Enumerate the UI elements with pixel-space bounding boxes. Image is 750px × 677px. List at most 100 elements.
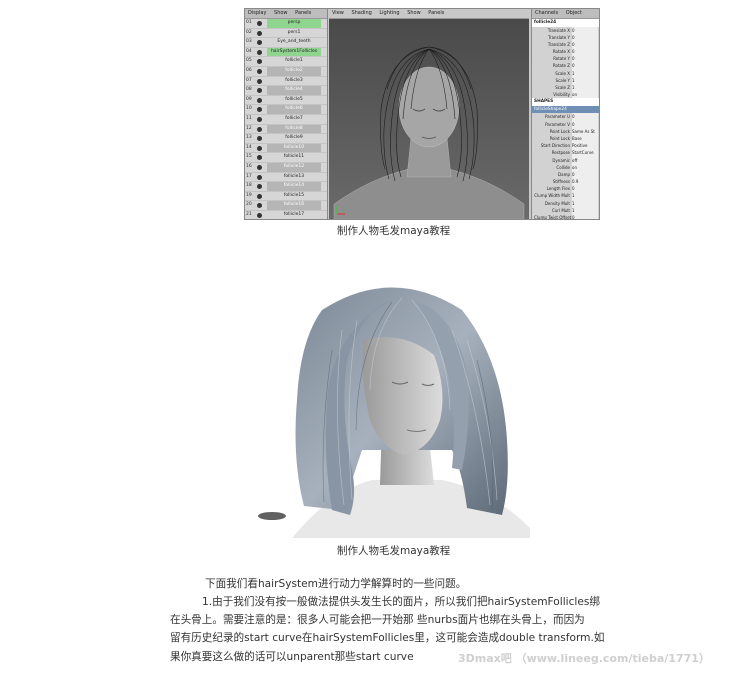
outliner-row[interactable]: 20 follicle16 (245, 201, 327, 211)
viewport-menu-show[interactable]: Show (407, 10, 421, 16)
outliner-row-label: follicle7 (285, 115, 303, 121)
shape-node-name: follicleShape24 (532, 105, 599, 114)
channel-attribute-row[interactable]: Clump Width Mult 1 (532, 192, 599, 200)
attribute-value[interactable]: 1 (572, 69, 598, 77)
outliner-row[interactable]: 18 follicle14 (245, 182, 327, 192)
channel-attribute-row[interactable]: Parameter U0 (532, 113, 599, 121)
outliner-row-label: follicle13 (283, 173, 305, 179)
outliner-row[interactable]: 17 follicle13 (245, 173, 327, 183)
outliner-menu-show[interactable]: Show (274, 10, 288, 16)
channel-attribute-row[interactable]: Rotate X0 (532, 48, 599, 56)
attribute-value[interactable]: 0 (572, 40, 598, 49)
viewport-menu-shading[interactable]: Shading (351, 10, 371, 16)
outliner-menu-panels[interactable]: Panels (295, 10, 311, 16)
channel-attribute-row[interactable]: Rotate Y0 (532, 55, 599, 63)
viewport-menu-view[interactable]: View (332, 10, 344, 16)
channel-attribute-row[interactable]: Translate Z0 (532, 40, 599, 49)
channel-attribute-row[interactable]: Translate X0 (532, 26, 599, 34)
channel-attribute-row[interactable]: Curl Mult 1 (532, 206, 599, 215)
channel-attribute-row[interactable]: Visibility on (532, 91, 599, 99)
channel-attribute-row[interactable]: Collide on (532, 163, 599, 171)
outliner-row[interactable]: 21 follicle17 (245, 211, 327, 219)
outliner-row[interactable]: 05 follicle1 (245, 57, 327, 67)
outliner-row-number: 16 (246, 163, 252, 169)
channel-attribute-row[interactable]: Scale Y1 (532, 76, 599, 85)
channel-attribute-row[interactable]: Damp 0 (532, 170, 599, 179)
attribute-value[interactable]: 0 (572, 170, 598, 179)
channel-attribute-row[interactable]: Scale X1 (532, 69, 599, 77)
attribute-name: Clump Width Mult (534, 193, 570, 199)
outliner-row[interactable]: 09 follicle5 (245, 96, 327, 106)
attribute-value[interactable]: 0 (572, 55, 598, 63)
attribute-value[interactable]: on (572, 91, 598, 99)
attribute-value[interactable]: 0 (572, 48, 598, 56)
outliner-row[interactable]: 02 pers1 (245, 29, 327, 39)
tab-channels[interactable]: Channels (535, 10, 558, 16)
node-icon (257, 30, 262, 36)
viewport-menu-lighting[interactable]: Lighting (379, 10, 399, 16)
attribute-value[interactable]: 0 (572, 33, 598, 41)
attribute-value[interactable]: 0 (572, 26, 598, 34)
outliner-menu-display[interactable]: Display (248, 10, 266, 16)
channel-attribute-row[interactable]: Length Flex 0 (532, 185, 599, 193)
viewport-canvas[interactable] (329, 19, 529, 219)
attribute-value[interactable]: 1 (572, 199, 598, 207)
outliner-row[interactable]: 07 follicle3 (245, 77, 327, 87)
attribute-name: Dynamic (552, 157, 570, 163)
channel-attribute-row[interactable]: Start Direction Positive (532, 142, 599, 150)
attribute-name: Visibility (553, 92, 570, 98)
attribute-value[interactable]: off (572, 156, 598, 164)
attribute-value[interactable]: 0 (572, 185, 598, 193)
channel-attribute-row[interactable]: Scale Z1 (532, 84, 599, 92)
outliner-row[interactable]: 15 follicle11 (245, 153, 327, 163)
attribute-value[interactable]: StartCurve (572, 149, 598, 157)
attribute-value[interactable]: 1 (572, 192, 598, 200)
outliner-row[interactable]: 14 follicle10 (245, 143, 327, 154)
attribute-value[interactable]: Base (572, 134, 598, 143)
attribute-value[interactable]: Same As St (572, 127, 598, 135)
channel-attribute-row[interactable]: Parameter V0 (532, 120, 599, 128)
channel-attribute-row[interactable]: Stiffness 0.9 (532, 178, 599, 186)
attribute-value[interactable]: on (572, 163, 598, 171)
attribute-value[interactable]: 1 (572, 76, 598, 85)
outliner-row[interactable]: 11 follicle7 (245, 115, 327, 125)
channel-attribute-row[interactable]: Translate Y0 (532, 33, 599, 41)
channel-attribute-row[interactable]: Dynamic off (532, 156, 599, 164)
outliner-row[interactable]: 12 follicle8 (245, 124, 327, 135)
channel-attribute-row[interactable]: Point Lock Same As St (532, 127, 599, 135)
attribute-value[interactable]: 0 (572, 113, 598, 121)
channel-attribute-row[interactable]: Restpose StartCurve (532, 149, 599, 157)
outliner-row[interactable]: 08 follicle4 (245, 86, 327, 96)
attribute-name: Clump Twist Offset (534, 215, 572, 220)
outliner-row[interactable]: 10 follicle6 (245, 105, 327, 115)
attribute-name: Length Flex (546, 186, 570, 192)
outliner-row[interactable]: 19 follicle15 (245, 192, 327, 202)
outliner-row-label: follicle12 (267, 162, 321, 172)
attribute-name: Scale Z (555, 85, 570, 90)
outliner-row[interactable]: 13 follicle9 (245, 134, 327, 144)
attribute-value[interactable]: 0 (572, 214, 598, 219)
outliner-row[interactable]: 06 follicle2 (245, 66, 327, 77)
paragraph-line-2: 在头骨上。需要注意的是：很多人可能会把一开始那 些nurbs面片也绑在头骨上，而… (170, 614, 585, 626)
attribute-name: Point Lock (549, 135, 570, 141)
outliner-row-label: pers1 (287, 29, 301, 35)
attribute-value[interactable]: 1 (572, 206, 598, 215)
outliner-row[interactable]: 03 Eye_and_teeth (245, 38, 327, 48)
outliner-row[interactable]: 16 follicle12 (245, 162, 327, 173)
attribute-name: Translate Y (548, 34, 570, 40)
channel-attribute-row[interactable]: Rotate Z0 (532, 62, 599, 70)
attribute-value[interactable]: 0 (572, 120, 598, 128)
attribute-value[interactable]: 0.9 (572, 178, 598, 186)
channel-attribute-row[interactable]: Clump Twist Offset 0 (532, 214, 599, 220)
tab-object[interactable]: Object (566, 10, 582, 16)
node-icon (257, 107, 262, 113)
attribute-name: Translate Z (547, 41, 570, 47)
channel-attribute-row[interactable]: Density Mult 1 (532, 199, 599, 207)
viewport-menu-panels[interactable]: Panels (428, 10, 444, 16)
attribute-value[interactable]: Positive (572, 142, 598, 150)
attribute-value[interactable]: 1 (572, 84, 598, 92)
outliner-row[interactable]: 01 persp (245, 19, 327, 29)
attribute-value[interactable]: 0 (572, 62, 598, 70)
channel-attribute-row[interactable]: Point Lock Base (532, 134, 599, 143)
outliner-row[interactable]: 04 hairSystem1Follicles (245, 47, 327, 58)
